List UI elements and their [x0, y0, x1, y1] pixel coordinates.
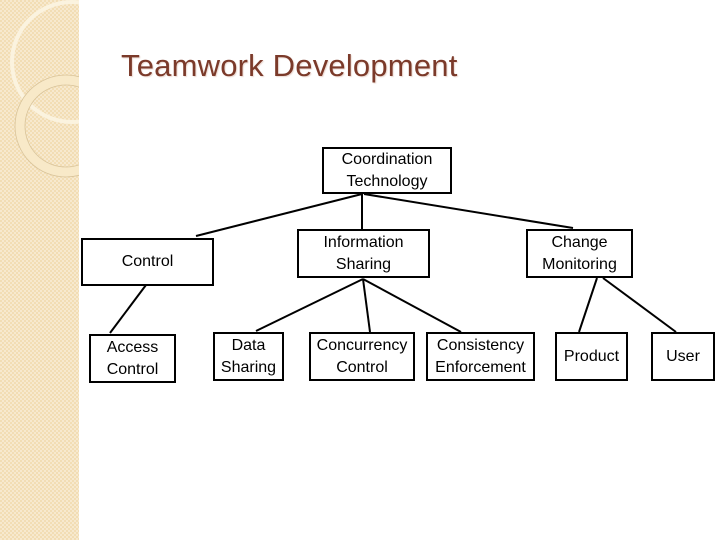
connector-root-to-change-monitoring: [363, 193, 574, 229]
node-consistency-enforcement: Consistency Enforcement: [426, 332, 535, 381]
connector-information-sharing-to-consistency-enforcement: [362, 278, 462, 333]
connector-information-sharing-to-data-sharing: [255, 278, 364, 332]
node-label: Information Sharing: [323, 233, 404, 273]
node-product: Product: [555, 332, 628, 381]
node-information-sharing: Information Sharing: [297, 229, 430, 278]
node-label: Coordination Technology: [341, 150, 433, 190]
node-label: Product: [563, 347, 620, 365]
node-control: Control: [81, 238, 214, 286]
connector-control-to-access-control: [109, 284, 147, 334]
node-coordination-technology: Coordination Technology: [322, 147, 452, 194]
node-access-control: Access Control: [89, 334, 176, 383]
connector-change-monitoring-to-user: [602, 277, 677, 333]
connector-change-monitoring-to-product: [578, 277, 598, 333]
node-data-sharing: Data Sharing: [213, 332, 284, 381]
connector-information-sharing-to-concurrency-control: [362, 278, 371, 333]
node-label: Change Monitoring: [542, 233, 617, 273]
node-label: Concurrency Control: [316, 336, 408, 376]
node-user: User: [651, 332, 715, 381]
node-label: Consistency Enforcement: [435, 336, 526, 376]
node-label: Data Sharing: [220, 336, 277, 376]
node-label: Access Control: [106, 338, 159, 378]
node-label: Control: [121, 253, 174, 270]
node-label: User: [666, 347, 700, 365]
node-concurrency-control: Concurrency Control: [309, 332, 415, 381]
node-change-monitoring: Change Monitoring: [526, 229, 633, 278]
